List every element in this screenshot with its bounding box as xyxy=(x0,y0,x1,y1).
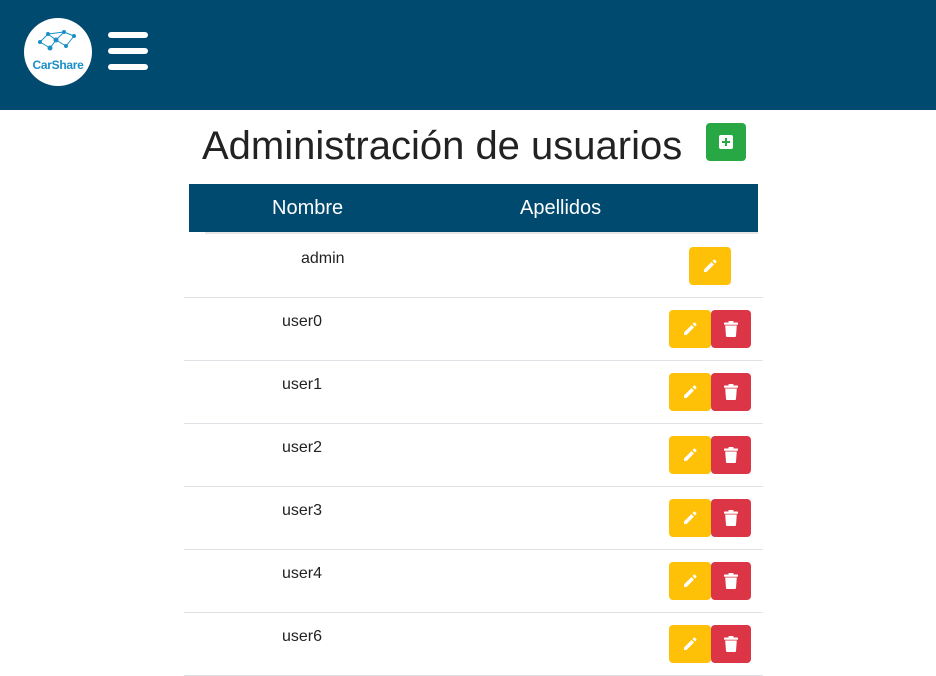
pencil-icon xyxy=(704,259,717,272)
edit-user-button[interactable] xyxy=(689,247,731,285)
carshare-logo[interactable]: CarShare xyxy=(24,18,92,86)
trash-icon xyxy=(724,321,738,337)
hamburger-icon-bar xyxy=(108,64,148,70)
hamburger-icon-bar xyxy=(108,48,148,54)
trash-icon xyxy=(724,447,738,463)
cell-nombre: user3 xyxy=(282,502,323,519)
table-row: user6 xyxy=(184,613,763,676)
edit-user-button[interactable] xyxy=(669,499,711,537)
pencil-icon xyxy=(684,448,697,461)
trash-icon xyxy=(724,636,738,652)
cell-nombre: user4 xyxy=(282,565,323,582)
delete-user-button[interactable] xyxy=(711,310,751,348)
cell-nombre: user2 xyxy=(282,439,323,456)
cell-nombre: user6 xyxy=(282,628,323,645)
edit-user-button[interactable] xyxy=(669,436,711,474)
hamburger-icon-bar xyxy=(108,32,148,38)
add-user-button[interactable] xyxy=(706,123,746,161)
delete-user-button[interactable] xyxy=(711,499,751,537)
table-header: Nombre Apellidos xyxy=(189,184,758,232)
delete-user-button[interactable] xyxy=(711,373,751,411)
pencil-icon xyxy=(684,637,697,650)
pencil-icon xyxy=(684,574,697,587)
pencil-icon xyxy=(684,511,697,524)
column-header-apellidos: Apellidos xyxy=(520,197,602,219)
delete-user-button[interactable] xyxy=(711,625,751,663)
table-row: user2 xyxy=(184,424,763,487)
logo-text: CarShare xyxy=(32,58,84,72)
trash-icon xyxy=(724,384,738,400)
trash-icon xyxy=(724,510,738,526)
edit-user-button[interactable] xyxy=(669,625,711,663)
header-divider xyxy=(205,232,758,234)
cell-nombre: user1 xyxy=(282,376,323,393)
plus-square-icon xyxy=(719,135,733,149)
cell-nombre: user0 xyxy=(282,313,323,330)
table-row: user1 xyxy=(184,361,763,424)
edit-user-button[interactable] xyxy=(669,310,711,348)
pencil-icon xyxy=(684,385,697,398)
delete-user-button[interactable] xyxy=(711,562,751,600)
trash-icon xyxy=(724,573,738,589)
hamburger-menu-button[interactable] xyxy=(108,32,148,72)
delete-user-button[interactable] xyxy=(711,436,751,474)
page-title: Administración de usuarios xyxy=(202,124,683,168)
table-row: admin xyxy=(184,235,763,298)
network-icon xyxy=(38,30,76,51)
column-header-nombre: Nombre xyxy=(272,197,344,219)
cell-nombre: admin xyxy=(301,250,345,267)
edit-user-button[interactable] xyxy=(669,373,711,411)
table-row: user4 xyxy=(184,550,763,613)
top-navbar: CarShare xyxy=(0,0,936,110)
edit-user-button[interactable] xyxy=(669,562,711,600)
table-row: user0 xyxy=(184,298,763,361)
table-row: user3 xyxy=(184,487,763,550)
pencil-icon xyxy=(684,322,697,335)
